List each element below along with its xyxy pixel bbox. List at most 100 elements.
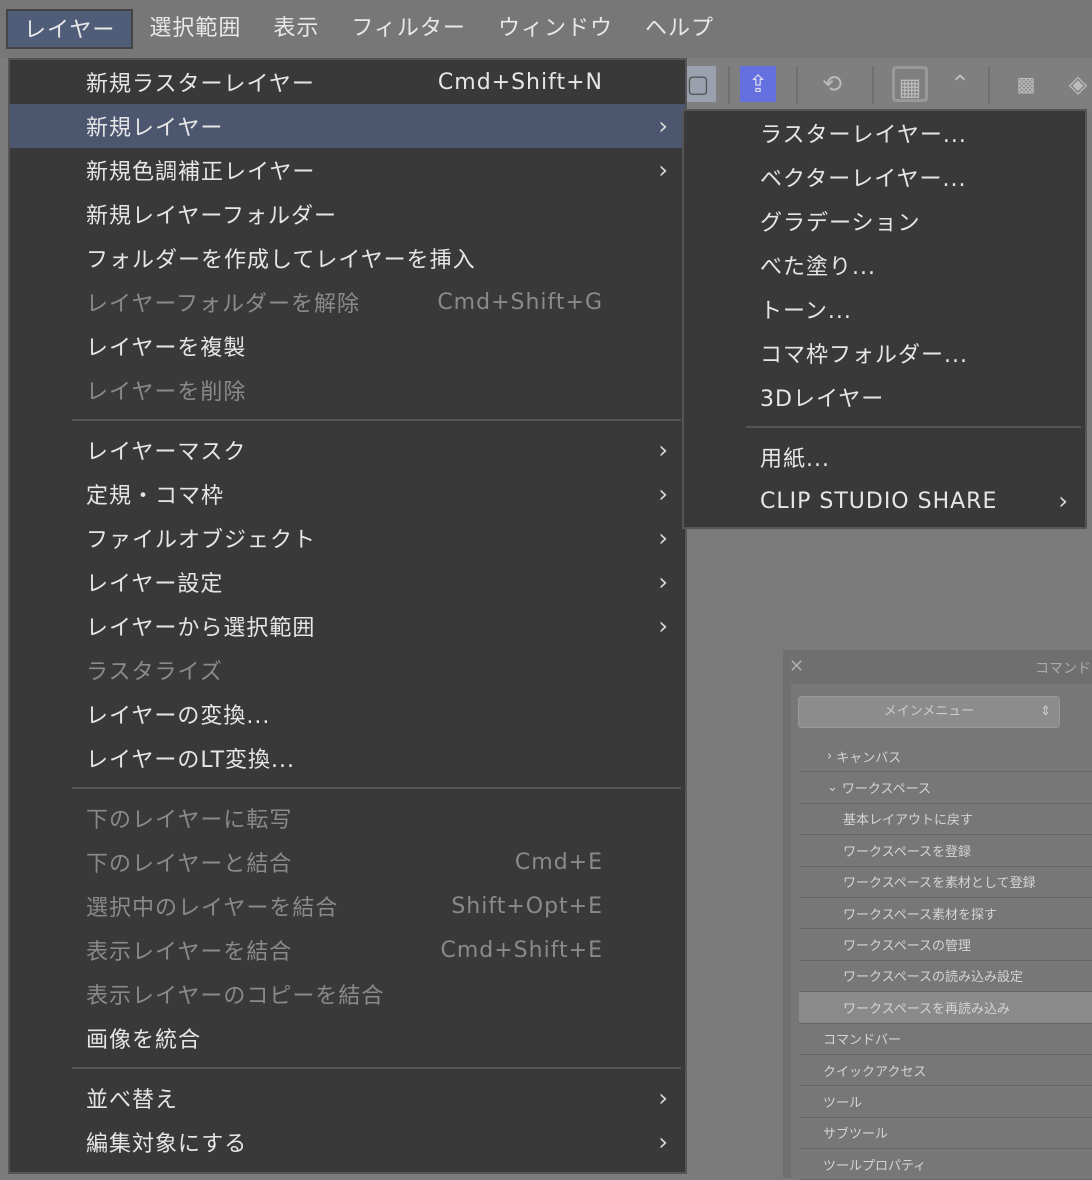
chevron-right-icon: ›	[658, 156, 669, 184]
chevron-down-icon[interactable]: ⌄	[827, 780, 838, 795]
command-list-item[interactable]: ワークスペースを登録	[799, 835, 1092, 867]
menu-item[interactable]: CLIP STUDIO SHARE ›	[684, 479, 1085, 523]
shortcut-label: Shift+Opt+E	[451, 893, 603, 919]
menu-item[interactable]: グラデーション	[684, 199, 1085, 243]
command-label: ツールプロパティ	[823, 1158, 927, 1174]
document-icon[interactable]: ▢	[680, 66, 716, 102]
panel-title: コマンド	[1035, 661, 1091, 677]
menu-item-label: 新規ラスターレイヤー	[86, 72, 315, 97]
layers-icon[interactable]: ◈	[1060, 66, 1092, 102]
command-list-item[interactable]: ツール	[799, 1086, 1092, 1118]
menu-item[interactable]: 並べ替え ›	[10, 1076, 685, 1120]
pattern-icon[interactable]: ▩	[1008, 66, 1044, 102]
menu-item-label: ベクターレイヤー...	[760, 167, 967, 192]
menu-item-label: レイヤー設定	[86, 572, 224, 597]
menubar-item[interactable]: ヘルプ	[629, 9, 730, 49]
menu-item[interactable]: べた塗り...	[684, 243, 1085, 287]
chevron-right-icon: ›	[658, 524, 669, 552]
divider	[988, 66, 990, 104]
menubar-item[interactable]: フィルター	[335, 9, 482, 49]
menu-item: レイヤーフォルダーを解除 Cmd+Shift+G	[10, 280, 685, 324]
menu-item[interactable]: レイヤーのLT変換...	[10, 736, 685, 780]
menu-item[interactable]: レイヤー設定 ›	[10, 560, 685, 604]
menu-item[interactable]: 3Dレイヤー	[684, 375, 1085, 419]
grid-icon[interactable]: ▦	[892, 66, 928, 102]
menu-item-label: レイヤーから選択範囲	[86, 616, 316, 641]
command-label: ワークスペースの管理	[843, 939, 972, 955]
menu-item[interactable]: ベクターレイヤー...	[684, 155, 1085, 199]
menu-item-label: 表示レイヤーを結合	[86, 940, 293, 965]
menu-item-label: レイヤーマスク	[86, 440, 247, 465]
menu-item[interactable]: トーン...	[684, 287, 1085, 331]
menu-item: 表示レイヤーのコピーを結合	[10, 972, 685, 1016]
menu-item-label: トーン...	[760, 299, 852, 324]
command-label: ワークスペースを登録	[843, 844, 972, 860]
command-list-item[interactable]: ワークスペースを再読み込み	[799, 992, 1092, 1024]
menu-item[interactable]: レイヤーを複製	[10, 324, 685, 368]
shortcut-label: Cmd+E	[514, 849, 603, 875]
menu-item[interactable]: フォルダーを作成してレイヤーを挿入	[10, 236, 685, 280]
command-list-item[interactable]: 基本レイアウトに戻す	[799, 804, 1092, 836]
command-label: ワークスペースを再読み込み	[843, 1001, 1011, 1017]
menu-item[interactable]: コマ枠フォルダー...	[684, 331, 1085, 375]
menu-item-label: 新規レイヤーフォルダー	[86, 204, 338, 229]
menu-item[interactable]: 新規色調補正レイヤー ›	[10, 148, 685, 192]
menu-item: レイヤーを削除	[10, 368, 685, 412]
menu-item[interactable]: 定規・コマ枠 ›	[10, 472, 685, 516]
menu-item-label: 並べ替え	[86, 1088, 179, 1113]
menu-item[interactable]: 新規レイヤー ›	[10, 104, 685, 148]
share-icon[interactable]: ⇪	[740, 66, 776, 102]
close-icon[interactable]: ✕	[789, 656, 804, 677]
menu-item[interactable]: 新規レイヤーフォルダー	[10, 192, 685, 236]
shortcut-label: Cmd+Shift+N	[437, 69, 603, 95]
menu-item-label: ラスタライズ	[86, 660, 223, 685]
chevron-right-icon: ›	[658, 1128, 669, 1156]
chevron-right-icon: ›	[658, 612, 669, 640]
command-list-item[interactable]: クイックアクセス	[799, 1055, 1092, 1087]
menu-item[interactable]: レイヤーの変換...	[10, 692, 685, 736]
command-list-item[interactable]: ツールプロパティ	[799, 1149, 1092, 1180]
command-list-item[interactable]: サブツール	[799, 1118, 1092, 1150]
menu-item: ラスタライズ	[10, 648, 685, 692]
menubar-item[interactable]: 選択範囲	[133, 9, 257, 49]
menu-item[interactable]: レイヤーマスク ›	[10, 428, 685, 472]
menu-item-label: 新規色調補正レイヤー	[86, 160, 316, 185]
command-list-item[interactable]: コマンドバー	[799, 1024, 1092, 1055]
shortcut-label: Cmd+Shift+E	[440, 937, 603, 963]
menu-item[interactable]: 用紙...	[684, 435, 1085, 479]
chevron-right-icon: ›	[658, 436, 669, 464]
menubar-item[interactable]: 表示	[257, 9, 335, 49]
chevron-right-icon[interactable]: ›	[827, 749, 832, 764]
menu-item[interactable]: レイヤーから選択範囲 ›	[10, 604, 685, 648]
menubar-item[interactable]: ウィンドウ	[482, 9, 629, 49]
command-label: キャンバス	[836, 750, 902, 766]
command-list-item[interactable]: ワークスペースの読み込み設定	[799, 961, 1092, 993]
command-list-item[interactable]: ワークスペース素材を探す	[799, 898, 1092, 930]
menu-item-label: レイヤーフォルダーを解除	[86, 292, 361, 317]
command-list-item[interactable]: ワークスペースを素材として登録	[799, 867, 1092, 898]
menu-item-label: 下のレイヤーに転写	[86, 808, 293, 833]
command-label: ワークスペースを素材として登録	[843, 876, 1036, 892]
menu-item[interactable]: 新規ラスターレイヤー Cmd+Shift+N	[10, 60, 685, 104]
command-list-item[interactable]: › キャンバス	[799, 741, 1092, 773]
menubar-item[interactable]: レイヤー	[6, 9, 134, 49]
up-down-icon[interactable]: ⌃	[942, 66, 978, 102]
chevron-right-icon: ›	[658, 480, 669, 508]
menu-item-label: レイヤーの変換...	[86, 704, 271, 729]
menu-item[interactable]: ラスターレイヤー...	[684, 111, 1085, 155]
menu-item-label: 定規・コマ枠	[86, 484, 225, 509]
divider	[872, 66, 874, 104]
menu-item-label: 画像を統合	[86, 1028, 202, 1053]
command-list-item[interactable]: ワークスペースの管理	[799, 929, 1092, 961]
menu-item-label: コマ枠フォルダー...	[760, 343, 968, 368]
menu-item[interactable]: ファイルオブジェクト ›	[10, 516, 685, 560]
menu-item: 下のレイヤーと結合 Cmd+E	[10, 840, 685, 884]
menu-item-label: 選択中のレイヤーを結合	[86, 896, 339, 921]
command-list-item[interactable]: ⌄ ワークスペース	[799, 772, 1092, 804]
divider	[796, 66, 798, 104]
menu-item[interactable]: 画像を統合	[10, 1016, 685, 1060]
menu-select[interactable]: メインメニュー ⇕	[798, 696, 1060, 728]
menu-item[interactable]: 編集対象にする ›	[10, 1120, 685, 1164]
menu-item-label: 下のレイヤーと結合	[86, 852, 293, 877]
symmetry-icon[interactable]: ⟲	[814, 66, 850, 102]
